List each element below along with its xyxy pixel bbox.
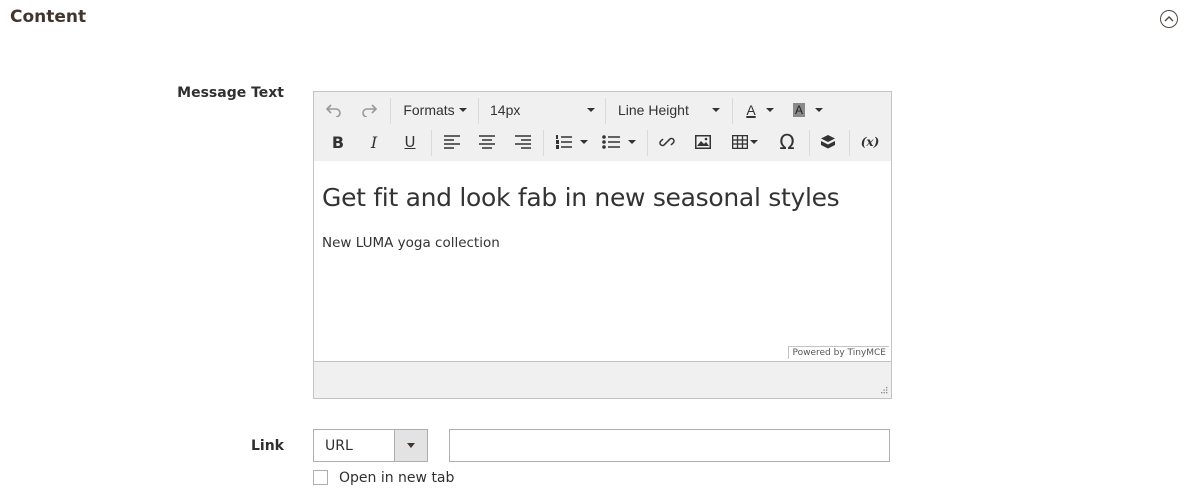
- toolbar-separator: [809, 130, 810, 156]
- resize-handle-icon[interactable]: [879, 386, 888, 395]
- link-url-input[interactable]: [449, 429, 890, 462]
- chevron-up-icon: [1164, 16, 1174, 22]
- toolbar-separator: [390, 98, 391, 124]
- editor-toolbar: Formats 14px Line Height A A B I U Ω (x): [314, 92, 891, 162]
- toolbar-row-1: Formats 14px Line Height A A: [314, 94, 891, 126]
- toolbar-separator: [732, 98, 733, 124]
- special-character-button[interactable]: Ω: [775, 129, 799, 155]
- chevron-down-icon: [765, 108, 774, 112]
- toolbar-separator: [849, 130, 850, 156]
- open-in-new-tab-checkbox[interactable]: [313, 470, 328, 485]
- formats-dropdown[interactable]: Formats: [400, 97, 470, 123]
- align-right-icon[interactable]: [512, 129, 534, 155]
- background-color-icon[interactable]: A: [788, 97, 828, 123]
- toolbar-row-2: B I U Ω (x): [314, 126, 891, 158]
- chevron-up-circle-icon[interactable]: [1160, 10, 1178, 28]
- background-color-glyph: A: [792, 103, 805, 117]
- chevron-down-icon: [815, 108, 823, 112]
- bullet-list-icon[interactable]: [599, 129, 639, 155]
- line-height-label: Line Height: [618, 102, 689, 118]
- open-in-new-tab-label[interactable]: Open in new tab: [339, 470, 454, 486]
- align-left-icon[interactable]: [441, 129, 463, 155]
- link-type-value: URL: [325, 438, 353, 454]
- content-heading[interactable]: Get fit and look fab in new seasonal sty…: [322, 183, 840, 212]
- text-color-glyph: A: [746, 102, 756, 118]
- toolbar-separator: [647, 130, 648, 156]
- toolbar-separator: [478, 98, 479, 124]
- toolbar-separator: [605, 98, 606, 124]
- link-label: Link: [251, 438, 284, 454]
- chevron-down-icon: [628, 140, 636, 144]
- section-title[interactable]: Content: [10, 7, 86, 27]
- undo-icon[interactable]: [323, 97, 345, 123]
- underline-button[interactable]: U: [399, 129, 421, 155]
- bold-button[interactable]: B: [327, 129, 349, 155]
- font-size-dropdown[interactable]: 14px: [484, 97, 599, 123]
- link-type-select[interactable]: URL: [313, 429, 428, 462]
- chevron-down-icon: [458, 108, 467, 112]
- wysiwyg-editor: Formats 14px Line Height A A B I U Ω (x)…: [313, 91, 892, 399]
- font-size-value: 14px: [490, 102, 521, 118]
- content-paragraph[interactable]: New LUMA yoga collection: [322, 235, 500, 251]
- table-icon[interactable]: [727, 129, 763, 155]
- editor-content-area[interactable]: Get fit and look fab in new seasonal sty…: [314, 161, 891, 361]
- chevron-down-icon: [712, 108, 720, 112]
- image-icon[interactable]: [692, 129, 714, 155]
- chevron-down-icon: [587, 108, 595, 112]
- formats-label: Formats: [403, 102, 455, 118]
- powered-by-badge[interactable]: Powered by TinyMCE: [788, 346, 889, 359]
- chevron-down-icon[interactable]: [394, 430, 427, 461]
- chevron-down-icon: [750, 140, 758, 144]
- toolbar-separator: [543, 130, 544, 156]
- chevron-down-icon: [580, 140, 588, 144]
- insert-variable-button[interactable]: (x): [856, 129, 884, 155]
- italic-button[interactable]: I: [363, 129, 385, 155]
- line-height-dropdown[interactable]: Line Height: [611, 97, 724, 123]
- link-icon[interactable]: [656, 129, 678, 155]
- toolbar-separator: [431, 130, 432, 156]
- redo-icon[interactable]: [358, 97, 380, 123]
- insert-widget-icon[interactable]: [817, 129, 839, 155]
- message-text-label: Message Text: [177, 85, 284, 101]
- numbered-list-icon[interactable]: [552, 129, 592, 155]
- align-center-icon[interactable]: [476, 129, 498, 155]
- text-color-icon[interactable]: A: [740, 97, 780, 123]
- editor-statusbar: [314, 361, 891, 398]
